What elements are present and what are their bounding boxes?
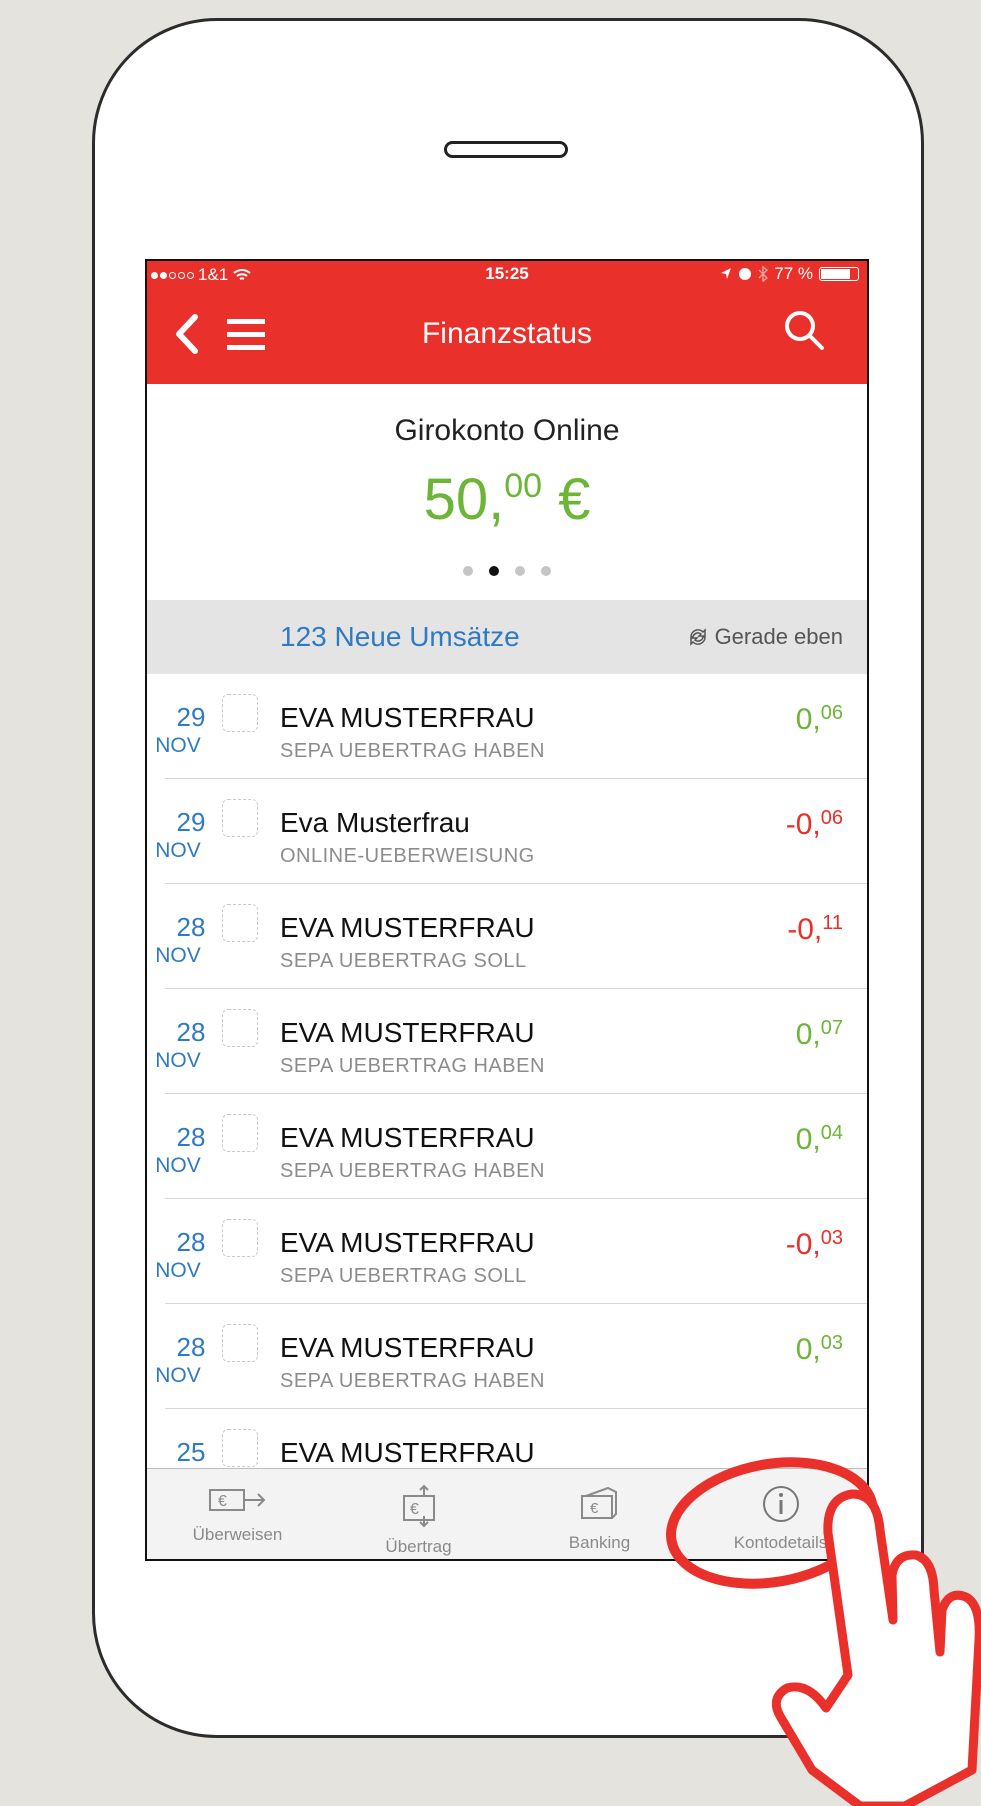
pointing-hand-icon <box>771 1489 981 1806</box>
hand-pointer-overlay <box>666 1457 981 1806</box>
